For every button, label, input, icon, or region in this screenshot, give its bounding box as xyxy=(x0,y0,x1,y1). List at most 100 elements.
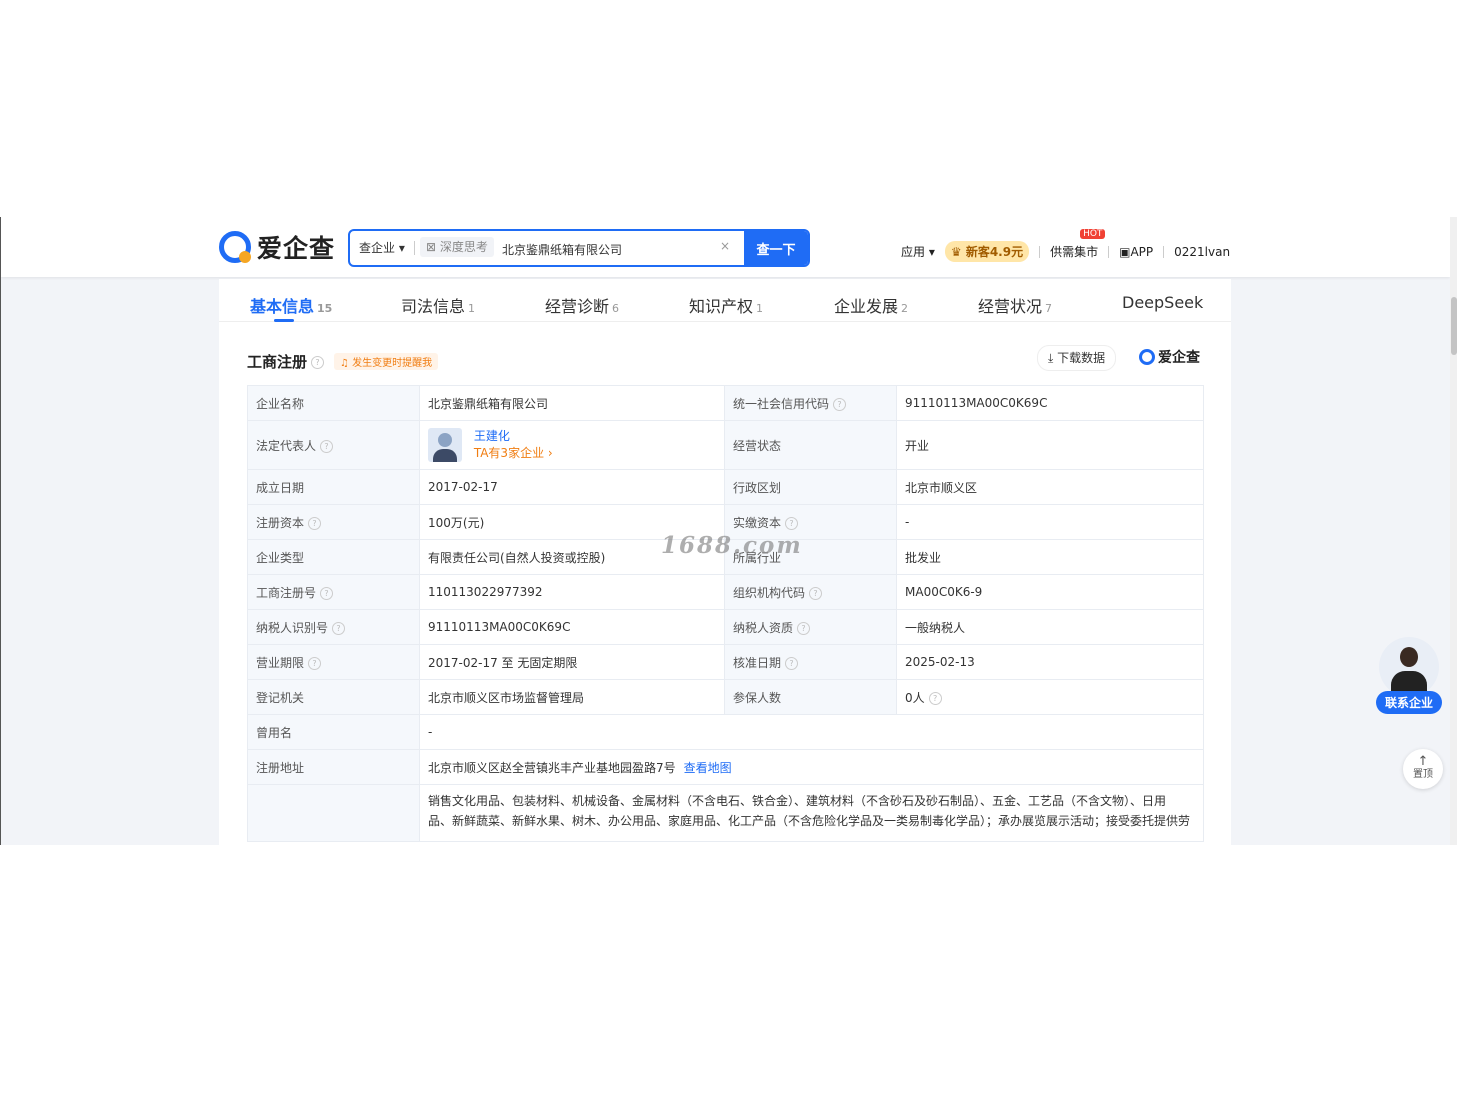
market-link[interactable]: 供需集市 HOT xyxy=(1050,229,1106,260)
tab-label: 经营状况 xyxy=(978,297,1043,316)
field-label: 注册地址 xyxy=(247,749,420,785)
tab-intellectual-property[interactable]: 知识产权 1 xyxy=(689,293,763,317)
vip-promo-button[interactable]: ♛ 新客4.9元 xyxy=(944,241,1030,262)
search-scope-dropdown[interactable]: 查企业 ▾ xyxy=(359,239,405,256)
field-value: 91110113MA00C0K69C xyxy=(896,385,1204,421)
brand-logo[interactable]: 爱企查 xyxy=(219,229,335,265)
phone-icon: ▣ xyxy=(1119,244,1131,259)
tab-basic-info[interactable]: 基本信息 15 xyxy=(250,293,332,322)
deep-think-label: 深度思考 xyxy=(439,240,488,254)
help-icon[interactable]: ? xyxy=(785,516,799,530)
tab-business-diagnosis[interactable]: 经营诊断 6 xyxy=(545,293,619,317)
scope-line: 销售文化用品、包装材料、机械设备、金属材料（不含电石、铁合金）、建筑材料（不含砂… xyxy=(428,794,1167,808)
field-label-text: 组织机构代码 xyxy=(733,585,806,600)
address-text: 北京市顺义区赵全营镇兆丰产业基地园盈路7号 xyxy=(428,760,676,775)
field-value: MA00C0K6-9 xyxy=(896,574,1204,610)
table-row: 纳税人识别号? 91110113MA00C0K69C 纳税人资质? 一般纳税人 xyxy=(247,609,1204,645)
field-label: 纳税人资质? xyxy=(724,609,897,645)
scrollbar-thumb[interactable] xyxy=(1451,297,1457,355)
table-row: 注册地址 北京市顺义区赵全营镇兆丰产业基地园盈路7号 查看地图 xyxy=(247,749,1204,785)
help-icon[interactable]: ? xyxy=(809,586,823,600)
field-value: - xyxy=(419,714,1204,750)
section-title: 工商注册? xyxy=(247,351,325,372)
deep-think-toggle[interactable]: ⊠ 深度思考 xyxy=(420,237,494,257)
tab-deepseek[interactable]: DeepSeek xyxy=(1122,293,1203,312)
help-icon[interactable]: ? xyxy=(311,356,325,369)
legal-rep-name-link[interactable]: 王建化 xyxy=(474,429,510,443)
field-label-text: 纳税人资质 xyxy=(733,620,794,635)
help-icon[interactable]: ? xyxy=(308,656,322,670)
tab-count: 7 xyxy=(1045,302,1053,315)
bell-icon: ♫ xyxy=(340,358,349,369)
section-logo-text: 爱企查 xyxy=(1158,350,1200,366)
deep-think-icon: ⊠ xyxy=(426,240,437,254)
help-icon[interactable]: ? xyxy=(332,621,346,635)
tab-label: 企业发展 xyxy=(834,297,899,316)
tab-bar: 基本信息 15 司法信息 1 经营诊断 6 知识产权 1 企业发展 2 经营状况 7 Dee… xyxy=(219,279,1231,322)
field-value: 一般纳税人 xyxy=(896,609,1204,645)
field-label-text: 工商注册号 xyxy=(256,585,317,600)
change-reminder-button[interactable]: ♫ 发生变更时提醒我 xyxy=(334,353,439,370)
view-map-link[interactable]: 查看地图 xyxy=(684,761,732,775)
field-label-text: 核准日期 xyxy=(733,655,782,670)
field-value: 2017-02-17 至 无固定期限 xyxy=(419,644,725,680)
field-label-text: 统一社会信用代码 xyxy=(733,396,830,411)
contact-enterprise-widget[interactable]: 联系企业 xyxy=(1376,637,1442,714)
tab-label: 经营诊断 xyxy=(545,297,610,316)
nav-divider xyxy=(1163,245,1165,258)
arrow-up-icon: ↑ xyxy=(1417,754,1429,769)
tab-judicial-info[interactable]: 司法信息 1 xyxy=(401,293,475,317)
field-label: 营业期限? xyxy=(247,644,420,680)
contact-enterprise-button[interactable]: 联系企业 xyxy=(1376,691,1442,714)
field-label: 统一社会信用代码? xyxy=(724,385,897,421)
registration-table: 企业名称 北京鉴鼎纸箱有限公司 统一社会信用代码? 91110113MA00C0… xyxy=(247,385,1204,842)
app-label: APP xyxy=(1130,244,1154,259)
field-label: 登记机关 xyxy=(247,679,420,715)
active-tab-indicator xyxy=(274,319,294,322)
agent-avatar xyxy=(1379,637,1439,697)
nav-divider xyxy=(1039,245,1041,258)
tab-business-status[interactable]: 经营状况 7 xyxy=(978,293,1052,317)
help-icon[interactable]: ? xyxy=(320,439,334,453)
field-value: - xyxy=(896,504,1204,540)
tab-count: 1 xyxy=(468,302,476,315)
tab-enterprise-development[interactable]: 企业发展 2 xyxy=(834,293,908,317)
search-input[interactable] xyxy=(500,231,714,267)
scrollbar[interactable] xyxy=(1450,217,1457,845)
tab-count: 2 xyxy=(901,302,909,315)
main-panel: 基本信息 15 司法信息 1 经营诊断 6 知识产权 1 企业发展 2 经营状况 7 Dee… xyxy=(219,279,1231,845)
download-data-button[interactable]: ⤓ 下载数据 xyxy=(1037,345,1117,371)
help-icon[interactable]: ? xyxy=(308,516,322,530)
legal-rep-companies-link[interactable]: TA有3家企业 › xyxy=(474,446,553,460)
help-icon[interactable]: ? xyxy=(785,656,799,670)
table-row: 企业名称 北京鉴鼎纸箱有限公司 统一社会信用代码? 91110113MA00C0… xyxy=(247,385,1204,421)
apps-menu[interactable]: 应用 ▾ xyxy=(901,243,935,260)
help-icon[interactable]: ? xyxy=(320,586,334,600)
search-divider xyxy=(414,241,415,255)
avatar[interactable] xyxy=(428,428,462,462)
back-to-top-button[interactable]: ↑ 置顶 xyxy=(1403,749,1443,789)
user-account[interactable]: 0221lvan xyxy=(1174,245,1230,259)
vip-label: 新客4.9元 xyxy=(965,245,1024,259)
hot-badge: HOT xyxy=(1080,229,1106,239)
table-row: 销售文化用品、包装材料、机械设备、金属材料（不含电石、铁合金）、建筑材料（不含砂… xyxy=(247,784,1204,842)
field-label-text: 营业期限 xyxy=(256,655,305,670)
clear-icon[interactable]: × xyxy=(720,239,730,253)
search-scope-label: 查企业 xyxy=(359,241,396,255)
table-row: 营业期限? 2017-02-17 至 无固定期限 核准日期? 2025-02-1… xyxy=(247,644,1204,680)
help-icon[interactable]: ? xyxy=(833,397,847,411)
field-value: 北京市顺义区赵全营镇兆丰产业基地园盈路7号 查看地图 xyxy=(419,749,1204,785)
field-label: 注册资本? xyxy=(247,504,420,540)
top-header: 爱企查 查企业 ▾ ⊠ 深度思考 × 查一下 应用 ▾ ♛ 新客4.9元 供需集… xyxy=(1,217,1450,277)
help-icon[interactable]: ? xyxy=(928,691,942,705)
search-button[interactable]: 查一下 xyxy=(744,231,808,265)
field-label: 成立日期 xyxy=(247,469,420,505)
tab-label: 基本信息 xyxy=(250,297,315,316)
market-label: 供需集市 xyxy=(1050,245,1099,259)
legal-representative: 王建化 TA有3家企业 › xyxy=(419,420,725,470)
field-value: 北京市顺义区 xyxy=(896,469,1204,505)
app-download-link[interactable]: ▣APP xyxy=(1119,245,1153,259)
logo-icon xyxy=(219,231,251,263)
help-icon[interactable]: ? xyxy=(797,621,811,635)
section-logo: 爱企查 xyxy=(1139,347,1200,367)
